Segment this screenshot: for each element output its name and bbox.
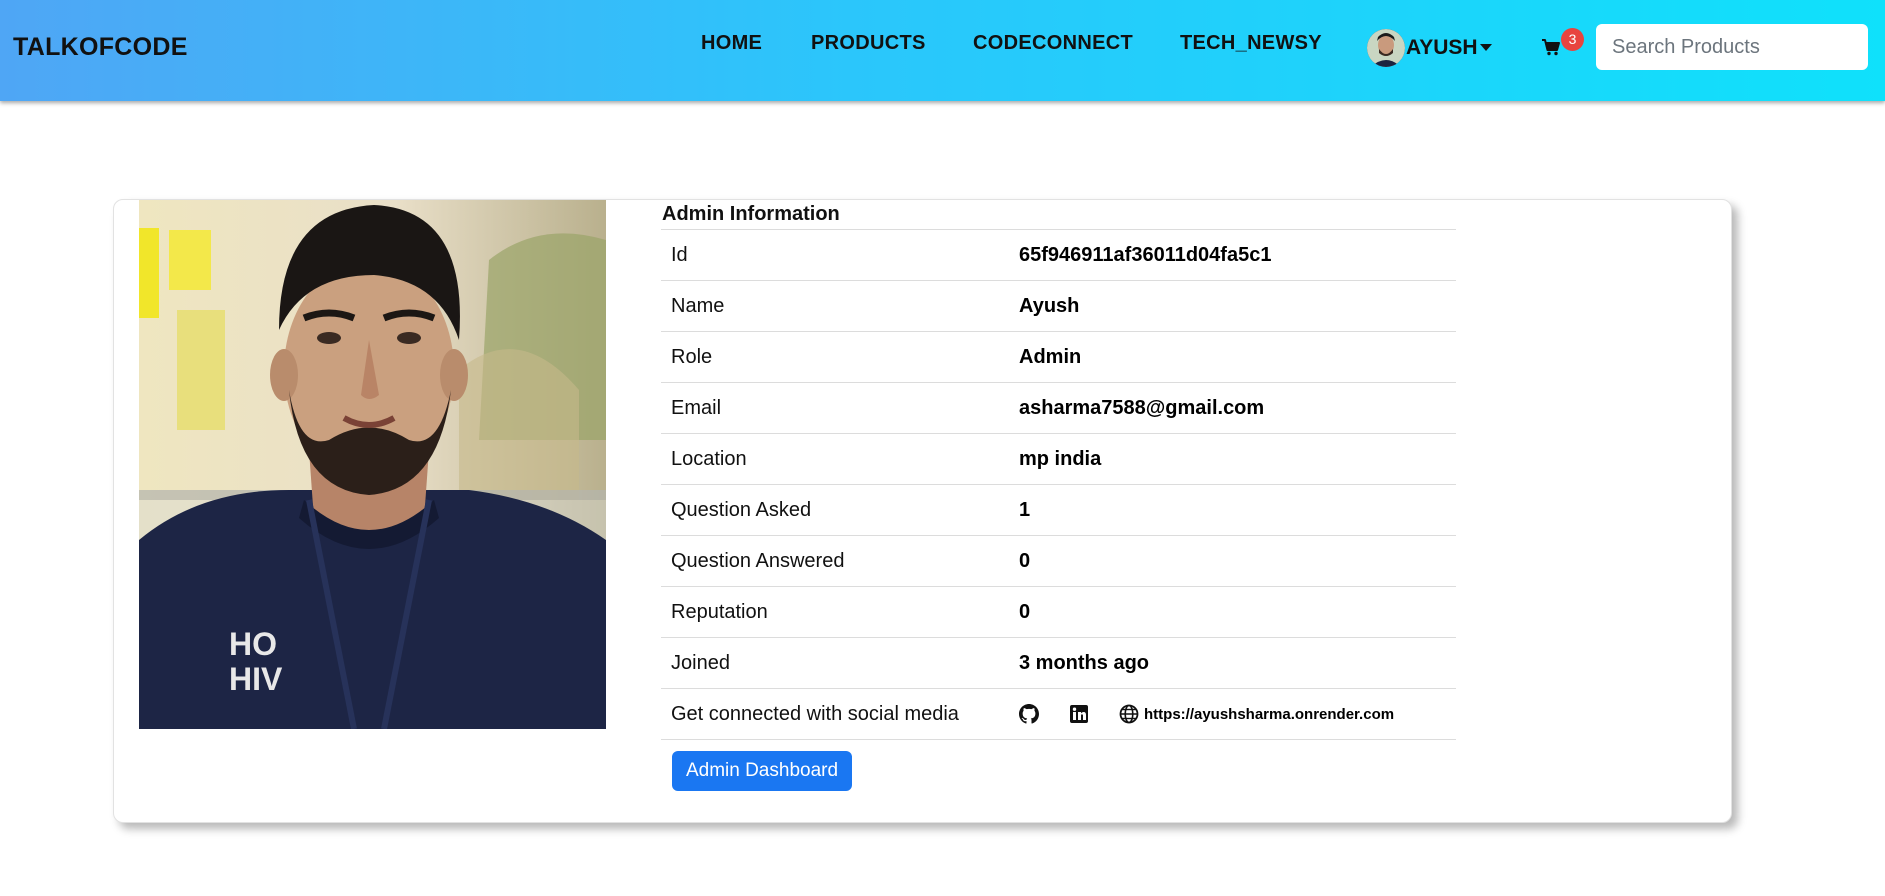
row-value-email: asharma7588@gmail.com — [1019, 396, 1265, 419]
table-row: Role Admin — [661, 331, 1456, 383]
social-media-label: Get connected with social media — [671, 702, 959, 725]
row-label-name: Name — [671, 294, 725, 317]
linkedin-icon[interactable] — [1069, 704, 1089, 724]
admin-info-title: Admin Information — [662, 203, 840, 225]
row-value-role: Admin — [1019, 345, 1082, 368]
table-row: Joined 3 months ago — [661, 637, 1456, 689]
nav-tech-newsy[interactable]: TECH_NEWSY — [1180, 32, 1322, 55]
cart-icon[interactable] — [1541, 37, 1561, 57]
svg-text:HIV: HIV — [229, 661, 283, 697]
row-value-joined: 3 months ago — [1019, 651, 1150, 674]
svg-text:HO: HO — [229, 626, 277, 662]
nav-codeconnect[interactable]: CODECONNECT — [973, 32, 1133, 55]
admin-info-table: Id 65f946911af36011d04fa5c1 Name Ayush R… — [661, 229, 1456, 740]
github-icon[interactable] — [1019, 704, 1039, 724]
table-row: Question Asked 1 — [661, 484, 1456, 536]
table-row: Location mp india — [661, 433, 1456, 485]
website-link[interactable]: https://ayushsharma.onrender.com — [1144, 706, 1394, 723]
table-row: Email asharma7588@gmail.com — [661, 382, 1456, 434]
table-row: Question Answered 0 — [661, 535, 1456, 587]
caret-down-icon — [1480, 44, 1492, 51]
table-row: Id 65f946911af36011d04fa5c1 — [661, 229, 1456, 281]
admin-dashboard-button[interactable]: Admin Dashboard — [672, 751, 852, 791]
nav-products[interactable]: PRODUCTS — [811, 32, 926, 55]
globe-icon — [1119, 704, 1139, 724]
row-label-question-asked: Question Asked — [671, 498, 812, 521]
row-label-email: Email — [671, 396, 722, 419]
profile-photo: HO HIV — [139, 200, 606, 729]
social-links: https://ayushsharma.onrender.com — [1009, 689, 1456, 740]
avatar — [1367, 29, 1405, 67]
row-label-question-answered: Question Answered — [671, 549, 845, 572]
row-label-reputation: Reputation — [671, 600, 768, 623]
row-value-location: mp india — [1019, 447, 1102, 470]
row-value-question-answered: 0 — [1019, 549, 1031, 572]
cart-count-badge: 3 — [1561, 28, 1584, 51]
row-label-id: Id — [671, 243, 688, 266]
row-value-question-asked: 1 — [1019, 498, 1031, 521]
nav-home[interactable]: HOME — [701, 32, 762, 55]
row-value-id: 65f946911af36011d04fa5c1 — [1019, 243, 1272, 266]
row-label-location: Location — [671, 447, 747, 470]
user-name: AYUSH — [1406, 36, 1478, 59]
table-row: Name Ayush — [661, 280, 1456, 332]
search-input[interactable] — [1596, 24, 1868, 70]
row-value-reputation: 0 — [1019, 600, 1031, 623]
table-row: Reputation 0 — [661, 586, 1456, 638]
row-label-role: Role — [671, 345, 713, 368]
row-value-name: Ayush — [1019, 294, 1080, 317]
brand-logo[interactable]: TALKOFCODE — [13, 33, 188, 62]
top-navbar: TALKOFCODE HOME PRODUCTS CODECONNECT TEC… — [0, 0, 1885, 101]
row-label-joined: Joined — [671, 651, 730, 674]
table-row: Get connected with social media https://… — [661, 688, 1456, 740]
